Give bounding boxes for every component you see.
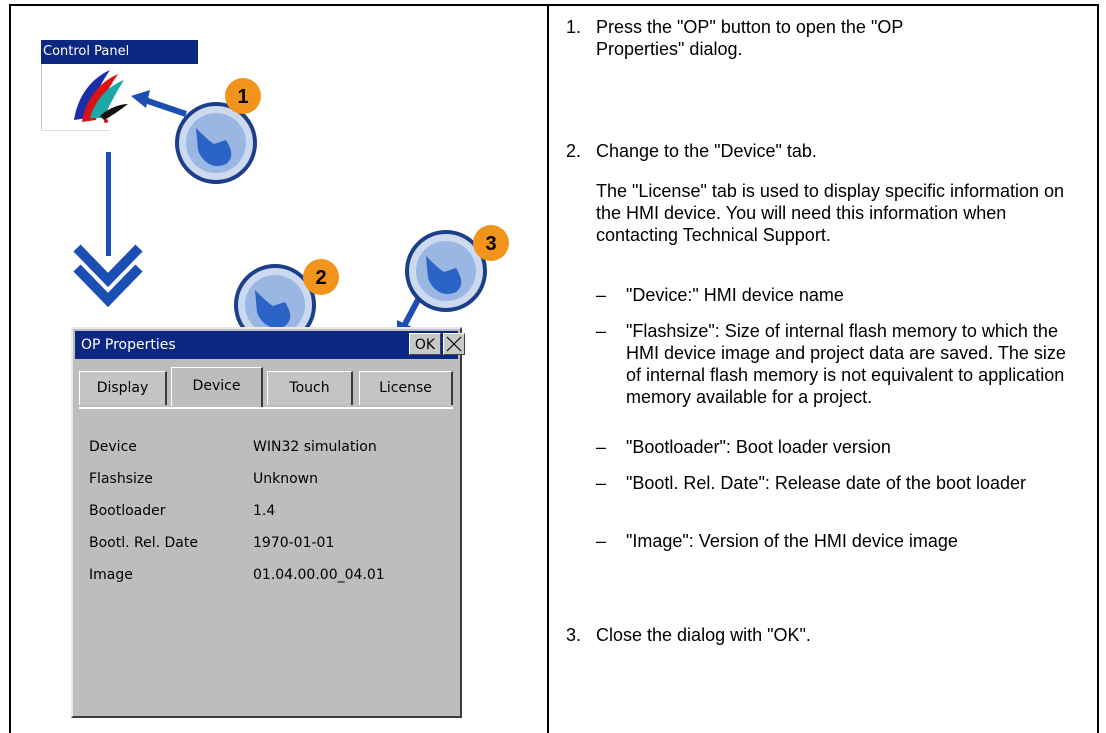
step-2-note: The "License" tab is used to display spe… [596,181,1065,245]
bullet-text: "Bootloader": Boot loader version [626,437,891,457]
bullet-dash: – [596,437,607,457]
bullet-text: "Flashsize": Size of internal flash memo… [626,321,1066,407]
tab-device[interactable]: Device [171,367,263,407]
property-value: 01.04.00.00_04.01 [253,567,385,583]
bullet-dash: – [596,531,607,551]
property-label: Bootloader [89,503,166,519]
step-text: Close the dialog with "OK". [596,625,811,645]
property-value: WIN32 simulation [253,439,377,455]
bullet-text: "Image": Version of the HMI device image [626,531,958,551]
step-number: 3. [566,625,582,645]
property-label: Flashsize [89,471,153,487]
property-value: 1970-01-01 [253,535,335,551]
bullet-text: "Bootl. Rel. Date": Release date of the … [626,473,1027,493]
table-border-right [1097,4,1099,733]
bullet-dash: – [596,321,607,341]
step-text: Change to the "Device" tab. [596,141,817,161]
property-row: Image 01.04.00.00_04.01 [89,567,449,599]
property-row: Bootloader 1.4 [89,503,449,535]
close-icon [446,336,462,352]
property-row: Flashsize Unknown [89,471,449,503]
property-label: Bootl. Rel. Date [89,535,198,551]
property-value: Unknown [253,471,318,487]
property-label: Device [89,439,137,455]
tab-divider [79,407,453,409]
table-border-top [9,4,1099,6]
property-row: Bootl. Rel. Date 1970-01-01 [89,535,449,567]
table-border-left [9,4,11,733]
step-number: 1. [566,17,582,37]
tab-bar: Display Device Touch License [79,365,457,407]
property-value: 1.4 [253,503,276,519]
tab-license[interactable]: License [359,371,453,405]
tab-touch[interactable]: Touch [267,371,353,405]
op-properties-dialog: OP Properties OK Display Device Touch Li… [71,327,465,718]
dialog-title: OP Properties [75,331,458,359]
column-divider [547,4,549,733]
bullet-dash: – [596,285,607,305]
ok-button[interactable]: OK [409,333,441,355]
step-number: 2. [566,141,582,161]
tab-display[interactable]: Display [79,371,167,405]
property-label: Image [89,567,133,583]
control-panel-title: Control Panel [41,40,198,64]
device-properties: Device WIN32 simulation Flashsize Unknow… [89,439,449,599]
close-button[interactable] [443,333,465,355]
control-panel-body [41,64,110,131]
step-text: Press the "OP" button to open the "OP Pr… [596,17,904,59]
property-row: Device WIN32 simulation [89,439,449,471]
bullet-text: "Device:" HMI device name [626,285,844,305]
bullet-dash: – [596,473,607,493]
